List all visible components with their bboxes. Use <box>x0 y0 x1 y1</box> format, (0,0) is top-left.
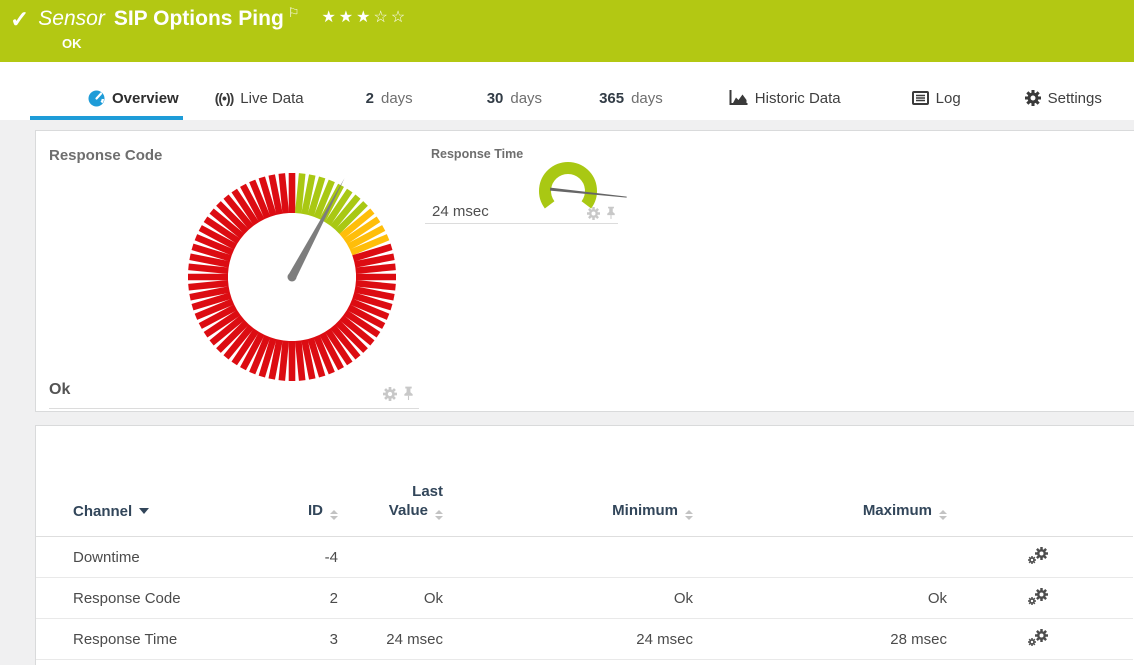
gauge-settings-gear-icon[interactable] <box>587 207 600 220</box>
minimum-cell: 24 msec <box>443 619 693 660</box>
flag-icon[interactable]: ⚐ <box>288 6 300 20</box>
status-check-icon: ✓ <box>10 5 29 33</box>
tab-overview-label: Overview <box>112 90 179 107</box>
table-row-downtime: Downtime -4 <box>36 537 1133 578</box>
overview-gauges-card: Response Code Ok Response Time 24 msec <box>35 130 1134 412</box>
channel-table: Channel ID Last Value Minimum Maximum <box>36 482 1133 660</box>
column-header-maximum[interactable]: Maximum <box>693 482 947 537</box>
column-header-channel-label: Channel <box>73 503 132 520</box>
tab-historic-data[interactable]: Historic Data <box>729 80 841 120</box>
sort-toggle-icon[interactable] <box>685 510 693 520</box>
channel-settings-gears-icon[interactable] <box>1028 588 1048 605</box>
tab-historic-data-label: Historic Data <box>755 90 841 107</box>
response-code-gauge <box>177 162 407 392</box>
star-rating[interactable]: ★★★☆☆ <box>321 7 408 29</box>
gauge-icon <box>88 90 105 107</box>
minimum-cell <box>443 537 693 578</box>
minimum-cell: Ok <box>443 578 693 619</box>
sensor-title: SIP Options Ping <box>114 5 284 33</box>
tab-settings[interactable]: Settings <box>1025 80 1102 120</box>
last-value-cell: 24 msec <box>338 619 443 660</box>
column-header-value-label: Value <box>389 502 428 519</box>
sort-desc-icon <box>139 508 149 514</box>
tab-365-days[interactable]: 365 days <box>599 80 663 120</box>
channel-id-cell: -4 <box>293 537 338 578</box>
tab-30-days[interactable]: 30 days <box>487 80 542 120</box>
live-data-icon: ((•)) <box>215 90 234 106</box>
tab-live-data-label: Live Data <box>240 90 303 107</box>
sensor-status-text: OK <box>62 36 82 51</box>
tab-bar: Overview ((•)) Live Data 2 days 30 days … <box>0 62 1134 120</box>
column-header-channel[interactable]: Channel <box>36 482 293 537</box>
tab-log-label: Log <box>936 90 961 107</box>
sensor-status-header: ✓ Sensor SIP Options Ping ⚐ ★★★☆☆ OK <box>0 0 1134 62</box>
log-list-icon <box>912 91 929 105</box>
channel-id-cell: 3 <box>293 619 338 660</box>
table-row-response-code: Response Code 2 Ok Ok Ok <box>36 578 1133 619</box>
tab-log[interactable]: Log <box>912 80 961 120</box>
tab-2-days[interactable]: 2 days <box>366 80 413 120</box>
last-value-cell <box>338 537 443 578</box>
column-header-id[interactable]: ID <box>293 482 338 537</box>
sort-toggle-icon[interactable] <box>330 510 338 520</box>
table-row-response-time: Response Time 3 24 msec 24 msec 28 msec <box>36 619 1133 660</box>
maximum-cell <box>693 537 947 578</box>
channel-table-header-row: Channel ID Last Value Minimum Maximum <box>36 482 1133 537</box>
object-type-label: Sensor <box>38 5 105 33</box>
sort-toggle-icon[interactable] <box>939 510 947 520</box>
pin-icon[interactable] <box>403 386 414 401</box>
column-header-id-label: ID <box>308 502 323 519</box>
column-header-minimum-label: Minimum <box>612 502 678 519</box>
response-code-panel-title: Response Code <box>49 147 162 164</box>
column-header-last-value[interactable]: Last Value <box>338 482 443 537</box>
response-code-value: Ok <box>49 381 70 399</box>
tab-live-data[interactable]: ((•)) Live Data <box>215 80 304 120</box>
column-header-maximum-label: Maximum <box>863 502 932 519</box>
last-value-cell: Ok <box>338 578 443 619</box>
column-header-last-label: Last <box>412 483 443 500</box>
maximum-cell: 28 msec <box>693 619 947 660</box>
maximum-cell: Ok <box>693 578 947 619</box>
sort-toggle-icon[interactable] <box>435 510 443 520</box>
channel-settings-gears-icon[interactable] <box>1028 547 1048 564</box>
gear-icon <box>1025 90 1041 106</box>
tab-overview[interactable]: Overview <box>30 80 183 120</box>
tab-2-days-number: 2 <box>366 90 374 107</box>
gauge-settings-gear-icon[interactable] <box>383 387 397 401</box>
channel-name-cell[interactable]: Response Code <box>36 578 293 619</box>
tab-2-days-unit: days <box>381 90 413 107</box>
channel-name-cell[interactable]: Response Time <box>36 619 293 660</box>
pin-icon[interactable] <box>606 206 616 220</box>
tab-settings-label: Settings <box>1048 90 1102 107</box>
area-chart-icon <box>729 90 748 106</box>
tab-30-days-unit: days <box>510 90 542 107</box>
tab-365-days-unit: days <box>631 90 663 107</box>
tab-365-days-number: 365 <box>599 90 624 107</box>
channel-table-card: Channel ID Last Value Minimum Maximum <box>35 425 1134 665</box>
response-time-value: 24 msec <box>432 203 489 220</box>
channel-id-cell: 2 <box>293 578 338 619</box>
channel-settings-gears-icon[interactable] <box>1028 629 1048 646</box>
tab-30-days-number: 30 <box>487 90 504 107</box>
column-header-minimum[interactable]: Minimum <box>443 482 693 537</box>
channel-name-cell[interactable]: Downtime <box>36 537 293 578</box>
